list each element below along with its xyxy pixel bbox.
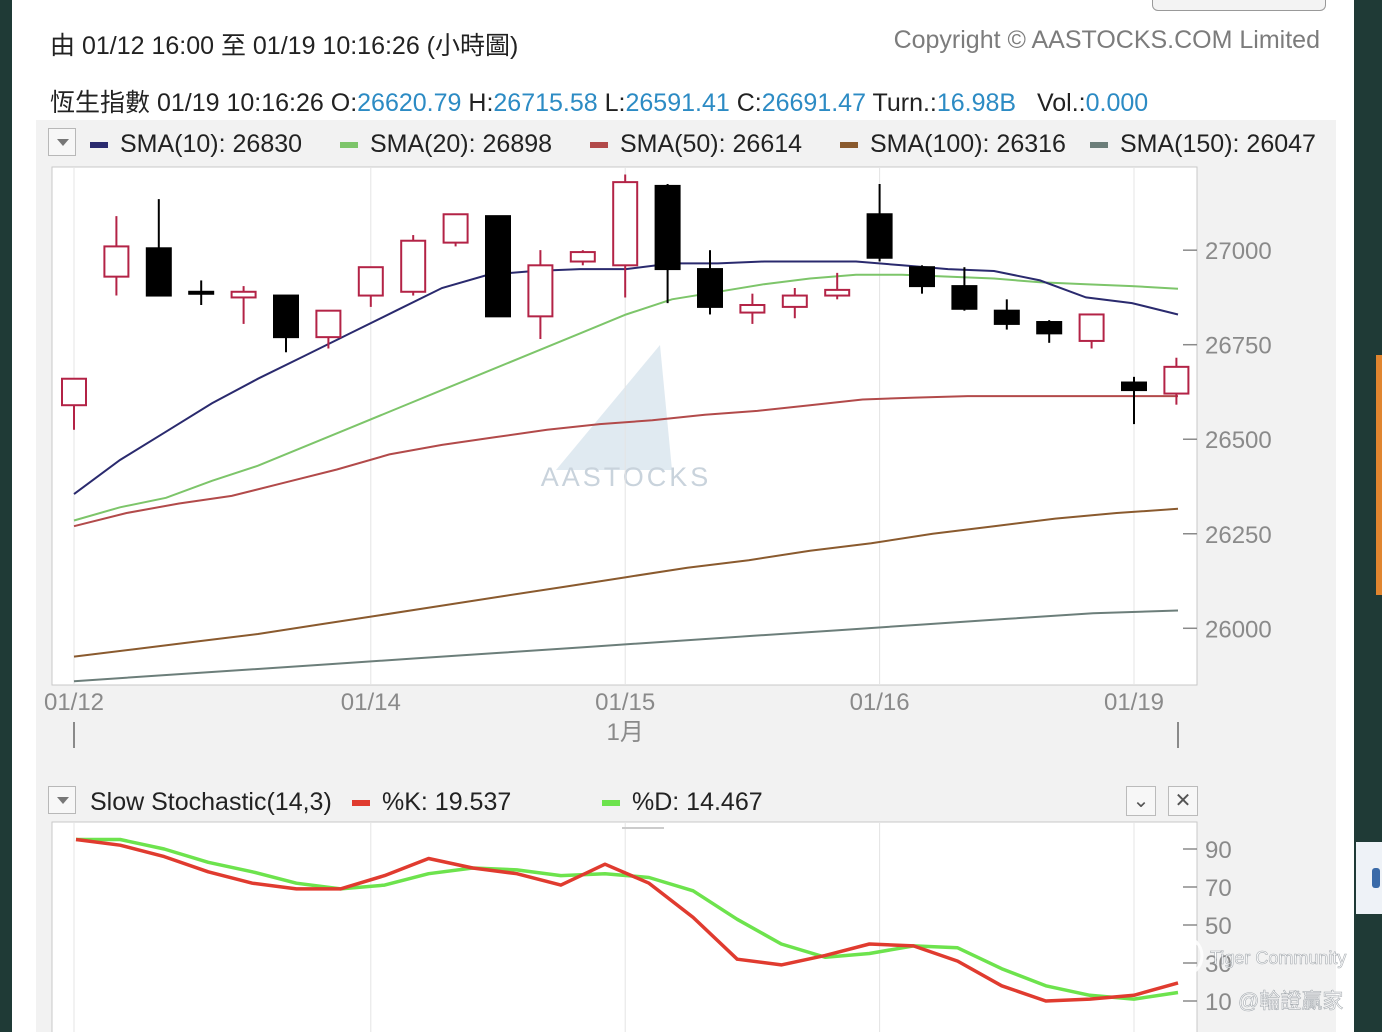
k-swatch bbox=[352, 799, 370, 806]
sma50-swatch bbox=[590, 141, 608, 148]
low-value: 26591.41 bbox=[625, 89, 730, 117]
index-name: 恆生指數 bbox=[50, 89, 151, 117]
sma50-label: SMA(50): 26614 bbox=[620, 130, 803, 158]
main-chart-dropdown-icon[interactable] bbox=[48, 128, 76, 156]
sma-legend-100: SMA(100): 26316 bbox=[840, 130, 1066, 159]
date-range: 由 01/12 16:00 至 01/19 10:16:26 (小時圖) bbox=[50, 32, 519, 60]
sma-legend-20: SMA(20): 26898 bbox=[340, 130, 552, 159]
stoch-d-legend: %D: 14.467 bbox=[602, 788, 763, 817]
close-icon[interactable]: ✕ bbox=[1168, 786, 1198, 816]
quote-line: 恆生指數 01/19 10:16:26 O:26620.79 H:26715.5… bbox=[50, 83, 1148, 119]
quote-datetime: 01/19 10:16:26 bbox=[156, 89, 324, 117]
sma10-label: SMA(10): 26830 bbox=[120, 130, 303, 158]
turnover-label: Turn.: bbox=[872, 89, 937, 117]
side-float-button[interactable] bbox=[1356, 842, 1382, 914]
volume-value: 0.000 bbox=[1085, 89, 1149, 117]
sma150-label: SMA(150): 26047 bbox=[1120, 130, 1316, 158]
open-value: 26620.79 bbox=[357, 89, 462, 117]
high-value: 26715.58 bbox=[493, 89, 598, 117]
chart-area-background bbox=[36, 120, 1336, 1032]
sma100-label: SMA(100): 26316 bbox=[870, 130, 1066, 158]
side-edge-decoration bbox=[1376, 355, 1382, 595]
high-label: H: bbox=[468, 89, 494, 117]
k-label: %K: 19.537 bbox=[382, 788, 512, 816]
volume-label: Vol.: bbox=[1036, 89, 1086, 117]
open-label: O: bbox=[330, 89, 358, 117]
stoch-title: Slow Stochastic(14,3) bbox=[90, 788, 332, 817]
sma20-label: SMA(20): 26898 bbox=[370, 130, 553, 158]
sma10-swatch bbox=[90, 141, 108, 148]
sma20-swatch bbox=[340, 141, 358, 148]
copyright: Copyright © AASTOCKS.COM Limited bbox=[893, 26, 1320, 54]
close-label: C: bbox=[736, 89, 762, 117]
sma100-swatch bbox=[840, 141, 858, 148]
low-label: L: bbox=[604, 89, 626, 117]
sma-legend-150: SMA(150): 26047 bbox=[1090, 130, 1316, 159]
sma-legend-50: SMA(50): 26614 bbox=[590, 130, 802, 159]
stoch-title-text: Slow Stochastic(14,3) bbox=[90, 788, 332, 816]
toolbar-buttons[interactable] bbox=[1152, 0, 1326, 11]
turnover-value: 16.98B bbox=[936, 89, 1017, 117]
d-label: %D: 14.467 bbox=[632, 788, 763, 816]
sma150-swatch bbox=[1090, 141, 1108, 148]
stoch-dropdown-icon[interactable] bbox=[48, 786, 76, 814]
sma-legend-10: SMA(10): 26830 bbox=[90, 130, 302, 159]
close-value: 26691.47 bbox=[761, 89, 866, 117]
d-swatch bbox=[602, 799, 620, 806]
collapse-chevron-icon[interactable]: ⌄ bbox=[1126, 786, 1156, 816]
stoch-k-legend: %K: 19.537 bbox=[352, 788, 511, 817]
